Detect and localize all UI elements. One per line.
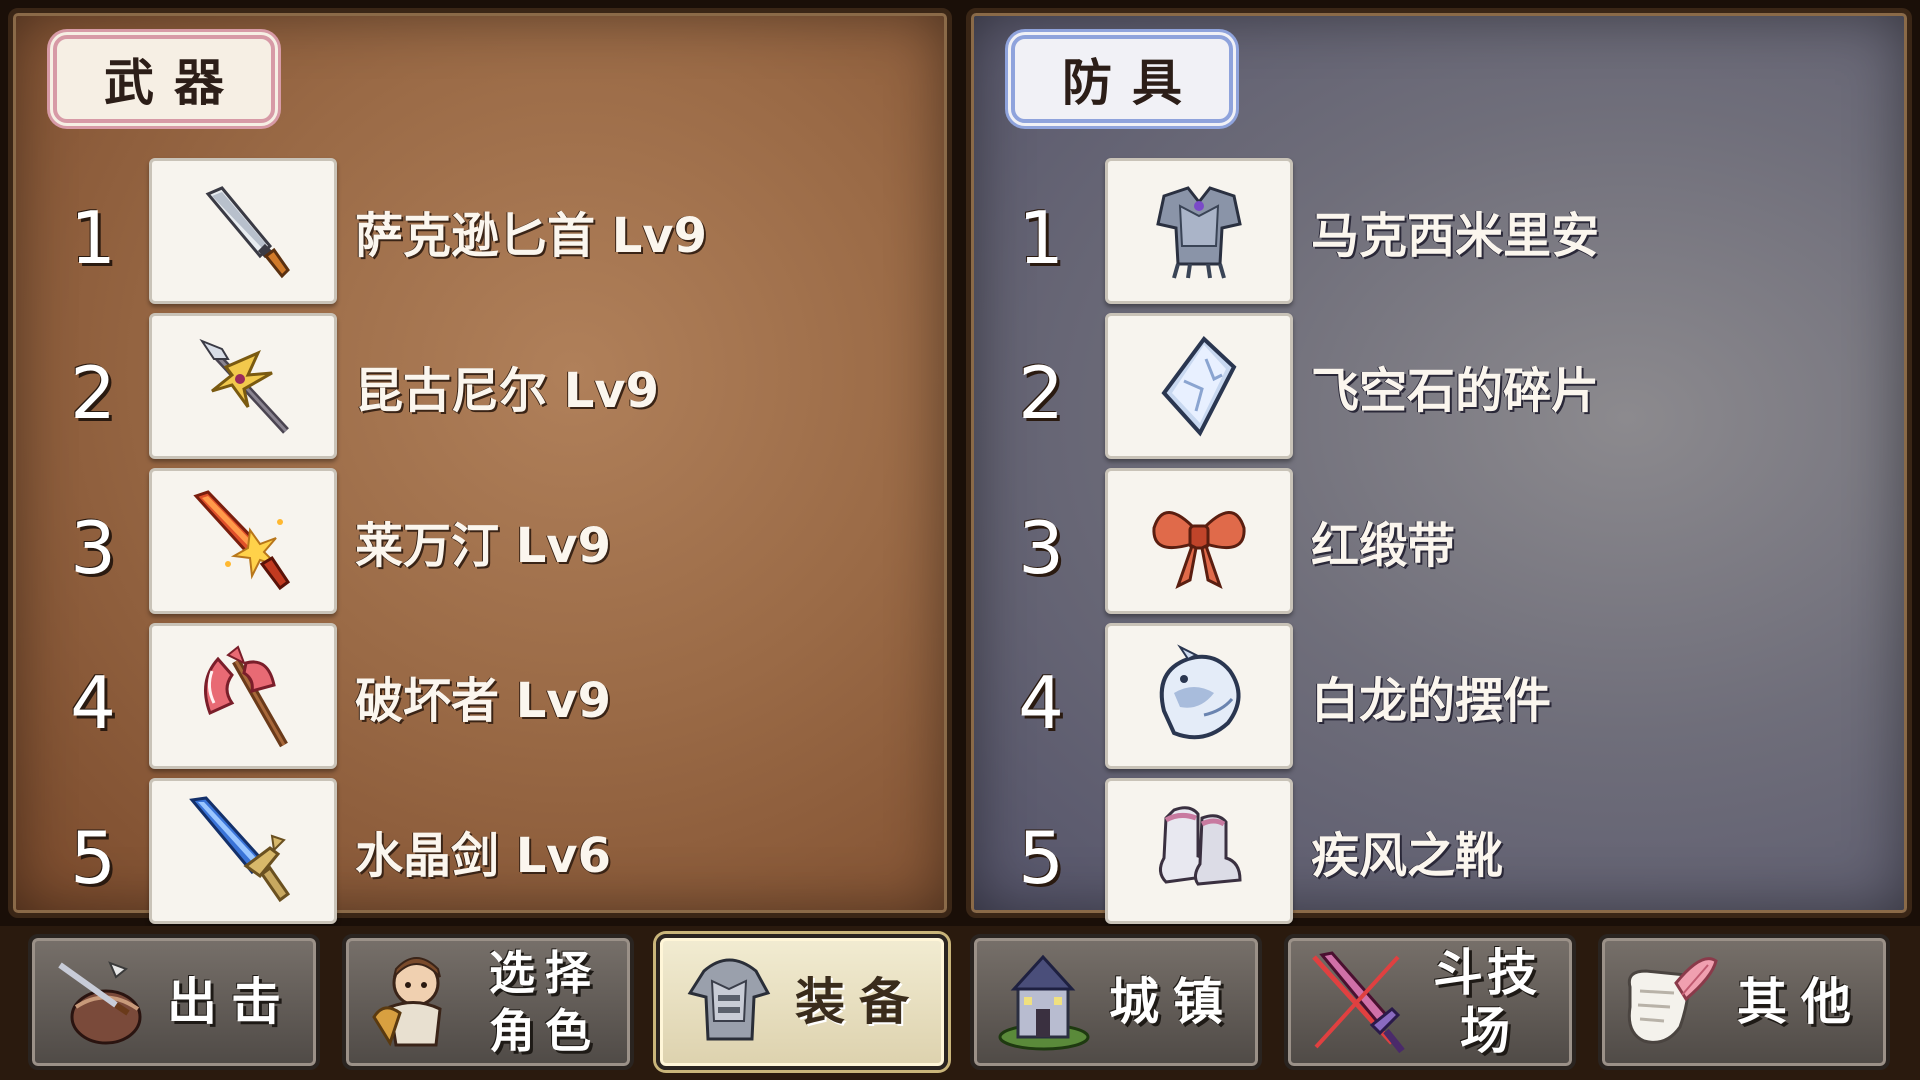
arena-button[interactable]: 斗技场 bbox=[1284, 934, 1576, 1070]
nav-label-line1: 选择 bbox=[489, 946, 601, 1000]
slot-number: 2 bbox=[1018, 351, 1064, 435]
armor-slot-4[interactable]: 4 白龙的摆件 bbox=[971, 623, 1907, 773]
axe-icon bbox=[149, 623, 337, 769]
item-name: 白龙的摆件 bbox=[1311, 673, 1552, 729]
crystal-sword-icon bbox=[149, 778, 337, 924]
select-character-button[interactable]: 选择 角色 bbox=[342, 934, 634, 1070]
slot-number: 2 bbox=[70, 351, 116, 435]
slot-number: 5 bbox=[1018, 816, 1064, 900]
white-dragon-icon bbox=[1105, 623, 1293, 769]
item-name: 马克西米里安 bbox=[1311, 208, 1600, 264]
weapon-slot-3[interactable]: 3 莱万汀 Lv9 bbox=[13, 468, 947, 618]
dagger-icon bbox=[149, 158, 337, 304]
item-name: 飞空石的碎片 bbox=[1311, 363, 1600, 419]
nav-label: 选择 角色 bbox=[470, 944, 630, 1060]
spear-icon bbox=[149, 313, 337, 459]
nav-label: 其他 bbox=[1737, 973, 1865, 1031]
nav-label: 城镇 bbox=[1109, 973, 1237, 1031]
other-icon bbox=[1627, 957, 1718, 1044]
nav-label: 斗技场 bbox=[1433, 944, 1541, 1060]
weapon-slot-5[interactable]: 5 水晶剑 Lv6 bbox=[13, 778, 947, 928]
slot-number: 3 bbox=[70, 506, 116, 590]
weapon-slot-1[interactable]: 1 萨克逊匕首 Lv9 bbox=[13, 158, 947, 308]
armor-slot-3[interactable]: 3 红缎带 bbox=[971, 468, 1907, 618]
armor-title: 防具 bbox=[1011, 35, 1233, 123]
item-name: 萨克逊匕首 Lv9 bbox=[355, 208, 707, 264]
armor-panel: 防具 1 马克西米里安 2 飞空石的碎片 3 红缎带 4 白龙的摆件 5 疾风之… bbox=[966, 8, 1912, 924]
equipment-icon bbox=[687, 958, 771, 1041]
item-name: 莱万汀 Lv9 bbox=[355, 518, 611, 574]
weapons-title: 武器 bbox=[53, 35, 275, 123]
equipment-button[interactable]: 装备 bbox=[656, 934, 948, 1070]
slot-number: 4 bbox=[70, 661, 116, 745]
slot-number: 4 bbox=[1018, 661, 1064, 745]
slot-number: 3 bbox=[1018, 506, 1064, 590]
character-icon bbox=[372, 957, 442, 1047]
armor-slot-1[interactable]: 1 马克西米里安 bbox=[971, 158, 1907, 308]
nav-label-line2: 角色 bbox=[489, 1004, 601, 1058]
armor-slot-2[interactable]: 2 飞空石的碎片 bbox=[971, 313, 1907, 463]
slot-number: 1 bbox=[1018, 196, 1064, 280]
flame-sword-icon bbox=[149, 468, 337, 614]
arena-icon bbox=[1312, 951, 1405, 1054]
bottom-nav: 出击 选择 角色 装备 城镇 斗技场 其他 bbox=[0, 926, 1920, 1080]
nav-label: 出击 bbox=[167, 973, 295, 1031]
item-name: 昆古尼尔 Lv9 bbox=[355, 363, 659, 419]
armor-slot-5[interactable]: 5 疾风之靴 bbox=[971, 778, 1907, 928]
sortie-button[interactable]: 出击 bbox=[28, 934, 320, 1070]
slot-number: 1 bbox=[70, 196, 116, 280]
nav-label: 装备 bbox=[795, 973, 923, 1031]
item-name: 疾风之靴 bbox=[1311, 828, 1504, 884]
plate-armor-icon bbox=[1105, 158, 1293, 304]
other-button[interactable]: 其他 bbox=[1598, 934, 1890, 1070]
boots-icon bbox=[1105, 778, 1293, 924]
crystal-shard-icon bbox=[1105, 313, 1293, 459]
weapon-slot-4[interactable]: 4 破坏者 Lv9 bbox=[13, 623, 947, 773]
red-ribbon-icon bbox=[1105, 468, 1293, 614]
weapons-panel: 武器 1 萨克逊匕首 Lv9 2 昆古尼尔 Lv9 3 莱万汀 Lv9 4 破坏… bbox=[8, 8, 952, 924]
item-name: 破坏者 Lv9 bbox=[355, 673, 611, 729]
town-icon bbox=[998, 954, 1090, 1051]
item-name: 红缎带 bbox=[1311, 518, 1456, 574]
item-name: 水晶剑 Lv6 bbox=[355, 828, 611, 884]
slot-number: 5 bbox=[70, 816, 116, 900]
weapon-slot-2[interactable]: 2 昆古尼尔 Lv9 bbox=[13, 313, 947, 463]
town-button[interactable]: 城镇 bbox=[970, 934, 1262, 1070]
sortie-icon bbox=[58, 961, 142, 1045]
